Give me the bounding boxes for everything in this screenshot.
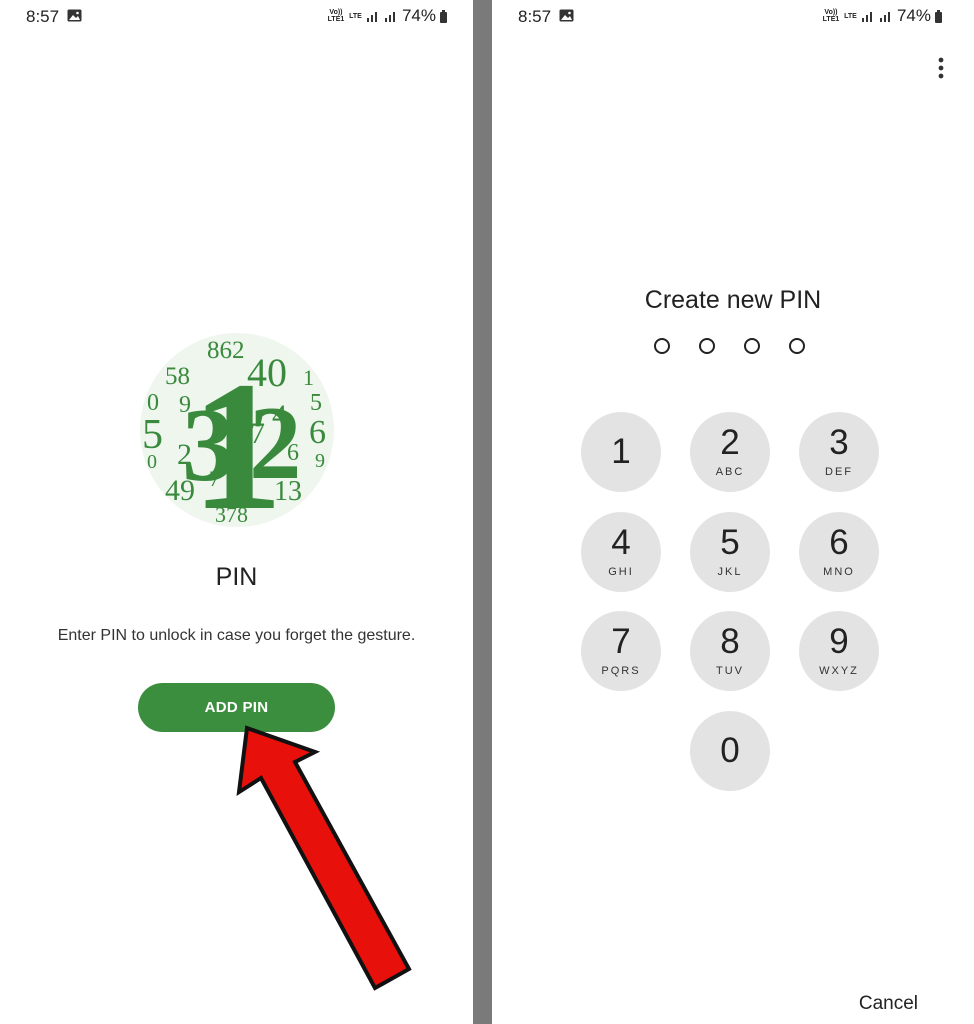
key-digit: 5 xyxy=(720,523,740,562)
key-letters: DEF xyxy=(825,466,853,478)
key-digit: 0 xyxy=(720,731,740,770)
signal-icon xyxy=(366,12,377,22)
status-time: 8:57 xyxy=(518,7,552,26)
status-indicators: Vo)) LTE1 LTE 74% xyxy=(327,6,447,26)
more-options-icon[interactable] xyxy=(936,57,946,79)
red-arrow-pointer xyxy=(236,725,412,991)
battery-percent: 74% xyxy=(401,6,436,25)
battery-icon xyxy=(440,9,447,23)
key-letters: JKL xyxy=(717,566,743,578)
battery-percent: 74% xyxy=(896,6,931,25)
svg-text:9: 9 xyxy=(179,392,191,418)
svg-text:9: 9 xyxy=(315,450,325,472)
keypad-key-6[interactable]: 6 MNO xyxy=(799,512,879,592)
svg-text:1: 1 xyxy=(303,365,314,390)
pin-intro-screen: 8:57 Vo)) LTE1 LTE 74% 1 3 2 862 40 1 58… xyxy=(0,0,473,1024)
key-digit: 2 xyxy=(720,423,740,462)
keypad-key-8[interactable]: 8 TUV xyxy=(690,611,770,691)
status-bar: 8:57 Vo)) LTE1 LTE 74% xyxy=(0,0,473,32)
keypad-key-5[interactable]: 5 JKL xyxy=(690,512,770,592)
create-pin-screen: 8:57 Vo)) LTE1 LTE 74% Create new PIN 1 … xyxy=(492,0,974,1024)
key-digit: 6 xyxy=(829,523,849,562)
battery-icon xyxy=(935,9,942,23)
pin-dot xyxy=(654,338,670,354)
keypad-key-0[interactable]: 0 xyxy=(690,711,770,791)
key-digit: 3 xyxy=(829,423,849,462)
pin-numbers-logo: 1 3 2 862 40 1 58 0 9 5 0 2 5 6 9 4 7 6 … xyxy=(140,333,334,530)
lte-indicator: LTE xyxy=(349,12,362,20)
signal-icon xyxy=(879,12,890,22)
volte-indicator: Vo)) LTE1 xyxy=(327,9,345,23)
keypad-key-1[interactable]: 1 xyxy=(581,412,661,492)
keypad-key-2[interactable]: 2 ABC xyxy=(690,412,770,492)
svg-text:13: 13 xyxy=(274,476,302,507)
key-letters: GHI xyxy=(608,566,634,578)
svg-text:58: 58 xyxy=(165,363,190,390)
svg-text:862: 862 xyxy=(207,337,245,364)
key-letters: ABC xyxy=(715,466,745,478)
signal-icon xyxy=(384,12,395,22)
keypad-key-4[interactable]: 4 GHI xyxy=(581,512,661,592)
status-indicators: Vo)) LTE1 LTE 74% xyxy=(822,6,942,26)
svg-text:4: 4 xyxy=(272,399,287,432)
svg-text:40: 40 xyxy=(247,350,287,395)
status-time: 8:57 xyxy=(26,7,60,26)
pin-title: PIN xyxy=(215,563,258,591)
pin-dot xyxy=(744,338,760,354)
gallery-icon xyxy=(67,9,82,22)
svg-text:49: 49 xyxy=(165,474,195,507)
svg-text:7: 7 xyxy=(209,466,220,491)
key-letters: TUV xyxy=(716,665,744,677)
pin-description: Enter PIN to unlock in case you forget t… xyxy=(57,627,416,644)
pin-dot xyxy=(699,338,715,354)
signal-icon xyxy=(861,12,872,22)
keypad-key-3[interactable]: 3 DEF xyxy=(799,412,879,492)
svg-text:5: 5 xyxy=(310,390,322,416)
key-digit: 9 xyxy=(829,622,849,661)
key-digit: 7 xyxy=(611,622,631,661)
key-digit: 1 xyxy=(611,432,631,471)
svg-text:6: 6 xyxy=(309,414,326,451)
key-letters: MNO xyxy=(823,566,855,578)
svg-text:378: 378 xyxy=(215,502,248,527)
svg-text:2: 2 xyxy=(177,438,192,471)
keypad-key-7[interactable]: 7 PQRS xyxy=(581,611,661,691)
svg-text:0: 0 xyxy=(147,451,157,473)
key-letters: WXYZ xyxy=(819,665,859,677)
key-digit: 4 xyxy=(611,523,631,562)
lte-indicator: LTE xyxy=(844,12,857,20)
gallery-icon xyxy=(559,9,574,22)
status-bar: 8:57 Vo)) LTE1 LTE 74% xyxy=(492,0,974,32)
pin-dot xyxy=(789,338,805,354)
create-pin-title: Create new PIN xyxy=(644,286,822,314)
key-digit: 8 xyxy=(720,622,740,661)
pin-entry-indicator xyxy=(654,338,805,354)
volte-indicator: Vo)) LTE1 xyxy=(822,9,840,23)
key-letters: PQRS xyxy=(601,665,641,677)
svg-text:6: 6 xyxy=(287,440,299,466)
keypad-key-9[interactable]: 9 WXYZ xyxy=(799,611,879,691)
svg-text:7: 7 xyxy=(250,417,265,450)
cancel-button[interactable]: Cancel xyxy=(859,993,918,1015)
